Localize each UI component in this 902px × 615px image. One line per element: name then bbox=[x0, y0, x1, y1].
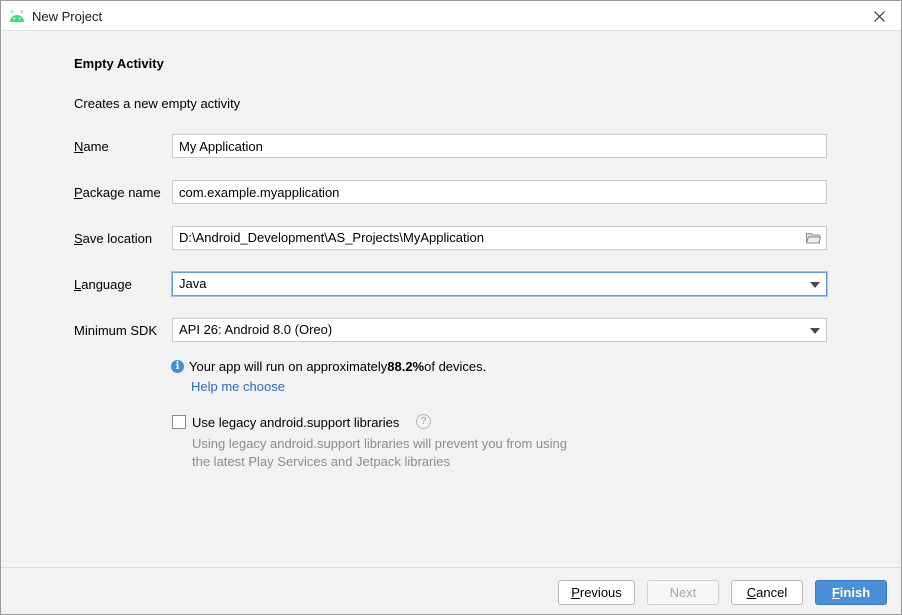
chevron-down-icon bbox=[810, 282, 820, 288]
new-project-dialog: New Project Empty Activity Creates a new… bbox=[0, 0, 902, 615]
minimum-sdk-dropdown[interactable]: API 26: Android 8.0 (Oreo) bbox=[172, 318, 827, 342]
coverage-suffix: of devices. bbox=[424, 359, 487, 374]
save-location-field[interactable]: D:\Android_Development\AS_Projects\MyApp… bbox=[172, 226, 827, 250]
title-bar: New Project bbox=[1, 1, 901, 31]
package-name-label: Package name bbox=[74, 185, 161, 200]
chevron-down-icon bbox=[810, 328, 820, 334]
window-title: New Project bbox=[32, 9, 103, 24]
help-me-choose-link[interactable]: Help me choose bbox=[191, 379, 285, 394]
legacy-support-label[interactable]: Use legacy android.support libraries bbox=[192, 415, 399, 430]
save-location-value: D:\Android_Development\AS_Projects\MyApp… bbox=[179, 230, 484, 245]
help-icon[interactable]: ? bbox=[416, 414, 431, 429]
coverage-prefix: Your app will run on approximately bbox=[189, 359, 388, 374]
language-label: Language bbox=[74, 277, 132, 292]
previous-button[interactable]: Previous bbox=[558, 580, 635, 605]
footer-divider bbox=[1, 567, 901, 568]
minimum-sdk-label: Minimum SDK bbox=[74, 323, 158, 338]
next-button[interactable]: Next bbox=[647, 580, 719, 605]
name-field[interactable] bbox=[172, 134, 827, 158]
language-dropdown[interactable]: Java bbox=[172, 272, 827, 296]
android-icon bbox=[10, 10, 24, 22]
close-button[interactable] bbox=[865, 5, 893, 27]
info-icon: i bbox=[171, 360, 184, 373]
language-selected: Java bbox=[179, 276, 207, 291]
close-icon bbox=[873, 10, 885, 22]
legacy-hint-line1: Using legacy android.support libraries w… bbox=[192, 436, 568, 451]
finish-button[interactable]: Finish bbox=[815, 580, 887, 605]
name-label: Name bbox=[74, 139, 109, 154]
page-description: Creates a new empty activity bbox=[74, 96, 241, 111]
package-name-field[interactable] bbox=[172, 180, 827, 204]
cancel-button[interactable]: Cancel bbox=[731, 580, 803, 605]
legacy-support-checkbox[interactable] bbox=[172, 415, 186, 429]
minimum-sdk-selected: API 26: Android 8.0 (Oreo) bbox=[179, 322, 333, 337]
save-location-label: Save location bbox=[74, 231, 153, 246]
legacy-hint-line2: the latest Play Services and Jetpack lib… bbox=[192, 454, 450, 469]
page-title: Empty Activity bbox=[74, 56, 164, 71]
folder-icon[interactable] bbox=[806, 232, 821, 244]
coverage-percent: 88.2% bbox=[387, 359, 425, 374]
device-coverage-info: i Your app will run on approximately 88.… bbox=[171, 359, 486, 374]
